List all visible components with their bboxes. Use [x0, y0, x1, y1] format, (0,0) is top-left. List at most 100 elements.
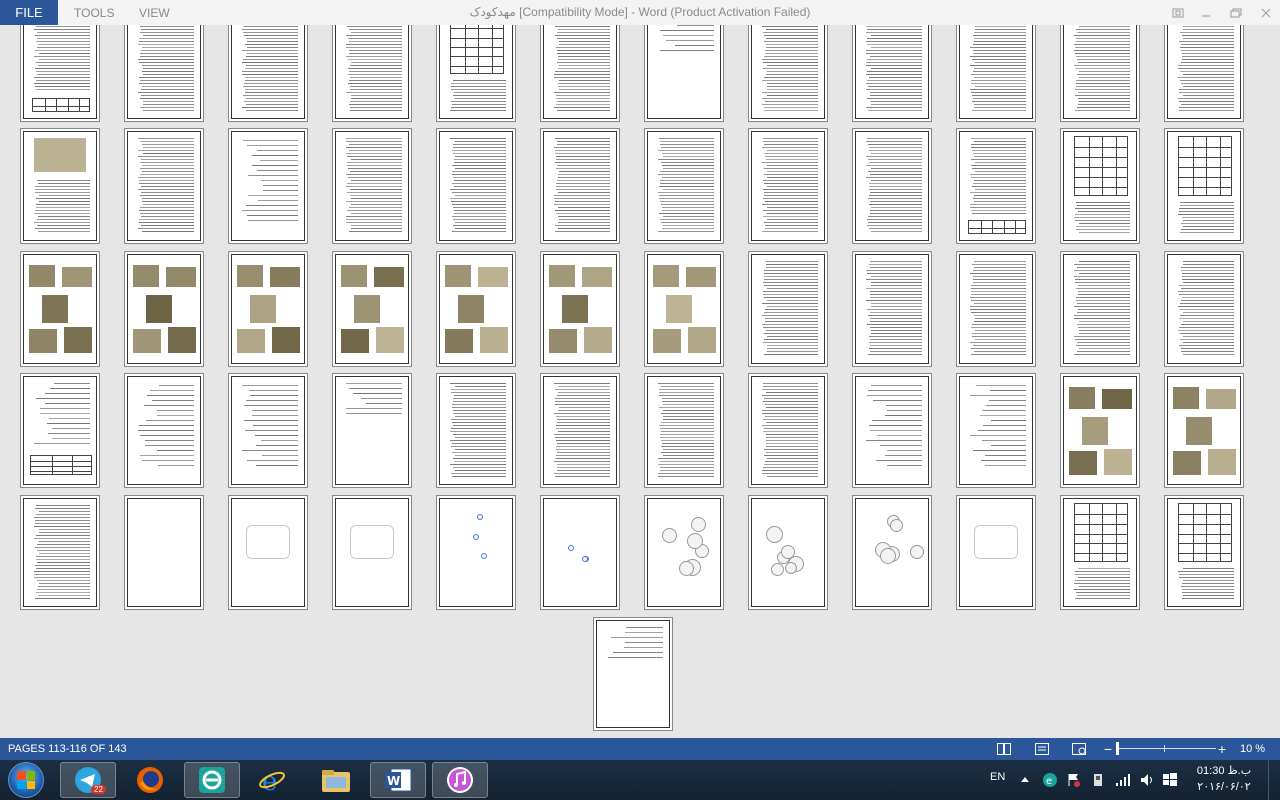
system-clock[interactable]: ب.ظ 01:30 ۲۰۱۶/۰۶/۰۲: [1190, 763, 1258, 795]
page-thumbnail[interactable]: [23, 131, 97, 241]
page-thumbnail[interactable]: [959, 25, 1033, 119]
close-icon[interactable]: [1252, 0, 1280, 25]
text-line: [762, 147, 818, 148]
page-thumbnail[interactable]: [751, 254, 825, 364]
zoom-slider-thumb[interactable]: [1116, 742, 1119, 755]
restore-layout-icon[interactable]: [1164, 0, 1192, 25]
page-thumbnail[interactable]: [1167, 131, 1241, 241]
eset-task-button[interactable]: [184, 762, 240, 798]
page-thumbnail[interactable]: [439, 25, 513, 119]
page-thumbnail[interactable]: [335, 131, 409, 241]
language-indicator[interactable]: EN: [990, 771, 1005, 783]
page-thumbnail[interactable]: [959, 376, 1033, 485]
zoom-slider[interactable]: [1116, 748, 1216, 749]
itunes-task-button[interactable]: [432, 762, 488, 798]
page-thumbnail[interactable]: [23, 254, 97, 364]
text-line: [767, 177, 818, 178]
show-hidden-icons-icon[interactable]: [1019, 772, 1035, 788]
network-icon[interactable]: [1115, 772, 1131, 788]
page-thumbnail[interactable]: [855, 498, 929, 607]
page-thumbnail[interactable]: [855, 25, 929, 119]
usb-device-icon[interactable]: [1090, 772, 1106, 788]
zoom-out-button[interactable]: −: [1102, 740, 1114, 758]
eset-tray-icon[interactable]: e: [1042, 772, 1058, 788]
tools-tab[interactable]: TOOLS: [74, 0, 114, 25]
page-thumbnail[interactable]: [23, 498, 97, 607]
page-thumbnail[interactable]: [23, 25, 97, 119]
page-thumbnail[interactable]: [1167, 254, 1241, 364]
page-thumbnail[interactable]: [647, 376, 721, 485]
zoom-level[interactable]: 10 %: [1240, 738, 1265, 760]
print-layout-icon[interactable]: [1034, 741, 1050, 757]
page-thumbnail[interactable]: [231, 498, 305, 607]
minimize-icon[interactable]: [1192, 0, 1220, 25]
page-thumbnail[interactable]: [959, 498, 1033, 607]
page-thumbnail[interactable]: [959, 131, 1033, 241]
read-mode-icon[interactable]: [996, 741, 1012, 757]
page-thumbnail[interactable]: [855, 376, 929, 485]
page-thumbnail[interactable]: [647, 254, 721, 364]
document-canvas[interactable]: [0, 25, 1280, 738]
page-thumbnail[interactable]: [439, 498, 513, 607]
page-thumbnail[interactable]: [1063, 376, 1137, 485]
page-thumbnail[interactable]: [127, 25, 201, 119]
page-thumbnail[interactable]: [543, 254, 617, 364]
page-thumbnail[interactable]: [543, 498, 617, 607]
page-thumbnail[interactable]: [127, 254, 201, 364]
page-thumbnail[interactable]: [439, 131, 513, 241]
page-thumbnail[interactable]: [647, 498, 721, 607]
text-line: [1075, 89, 1130, 90]
file-tab[interactable]: FILE: [0, 0, 58, 25]
page-thumbnail[interactable]: [231, 131, 305, 241]
page-thumbnail[interactable]: [335, 376, 409, 485]
action-center-icon[interactable]: [1066, 772, 1082, 788]
page-thumbnail[interactable]: [855, 254, 929, 364]
firefox-task-button[interactable]: [122, 762, 178, 798]
page-thumbnail[interactable]: [1167, 25, 1241, 119]
page-thumbnail[interactable]: [751, 376, 825, 485]
text-line: [243, 86, 298, 87]
page-thumbnail[interactable]: [647, 25, 721, 119]
page-thumbnail[interactable]: [751, 25, 825, 119]
page-thumbnail[interactable]: [1063, 25, 1137, 119]
text-line: [36, 71, 90, 72]
page-thumbnail[interactable]: [1063, 498, 1137, 607]
show-desktop-button[interactable]: [1268, 760, 1280, 800]
page-thumbnail[interactable]: [1167, 498, 1241, 607]
page-thumbnail[interactable]: [1063, 254, 1137, 364]
page-thumbnail[interactable]: [596, 620, 670, 728]
page-thumbnail[interactable]: [231, 25, 305, 119]
volume-icon[interactable]: [1139, 772, 1155, 788]
zoom-in-button[interactable]: +: [1216, 740, 1228, 758]
page-thumbnail[interactable]: [335, 25, 409, 119]
windows-flag-tray-icon[interactable]: [1162, 772, 1178, 788]
maximize-icon[interactable]: [1222, 0, 1250, 25]
page-thumbnail[interactable]: [439, 376, 513, 485]
page-thumbnail[interactable]: [1063, 131, 1137, 241]
telegram-task-button[interactable]: 22: [60, 762, 116, 798]
page-thumbnail[interactable]: [543, 25, 617, 119]
page-thumbnail[interactable]: [647, 131, 721, 241]
page-thumbnail[interactable]: [543, 376, 617, 485]
page-thumbnail[interactable]: [1167, 376, 1241, 485]
word-task-button[interactable]: W: [370, 762, 426, 798]
page-thumbnail[interactable]: [959, 254, 1033, 364]
page-thumbnail[interactable]: [127, 498, 201, 607]
file-explorer-task-button[interactable]: [308, 762, 364, 798]
page-thumbnail[interactable]: [855, 131, 929, 241]
page-thumbnail[interactable]: [751, 498, 825, 607]
page-thumbnail[interactable]: [543, 131, 617, 241]
page-thumbnail[interactable]: [231, 254, 305, 364]
web-layout-icon[interactable]: [1071, 741, 1087, 757]
page-thumbnail[interactable]: [23, 376, 97, 485]
view-tab[interactable]: VIEW: [139, 0, 170, 25]
page-thumbnail[interactable]: [751, 131, 825, 241]
page-thumbnail[interactable]: [439, 254, 513, 364]
page-count[interactable]: PAGES 113-116 OF 143: [8, 738, 127, 760]
page-thumbnail[interactable]: [127, 376, 201, 485]
internet-explorer-task-button[interactable]: e: [244, 762, 300, 798]
page-thumbnail[interactable]: [335, 254, 409, 364]
page-thumbnail[interactable]: [231, 376, 305, 485]
page-thumbnail[interactable]: [335, 498, 409, 607]
page-thumbnail[interactable]: [127, 131, 201, 241]
